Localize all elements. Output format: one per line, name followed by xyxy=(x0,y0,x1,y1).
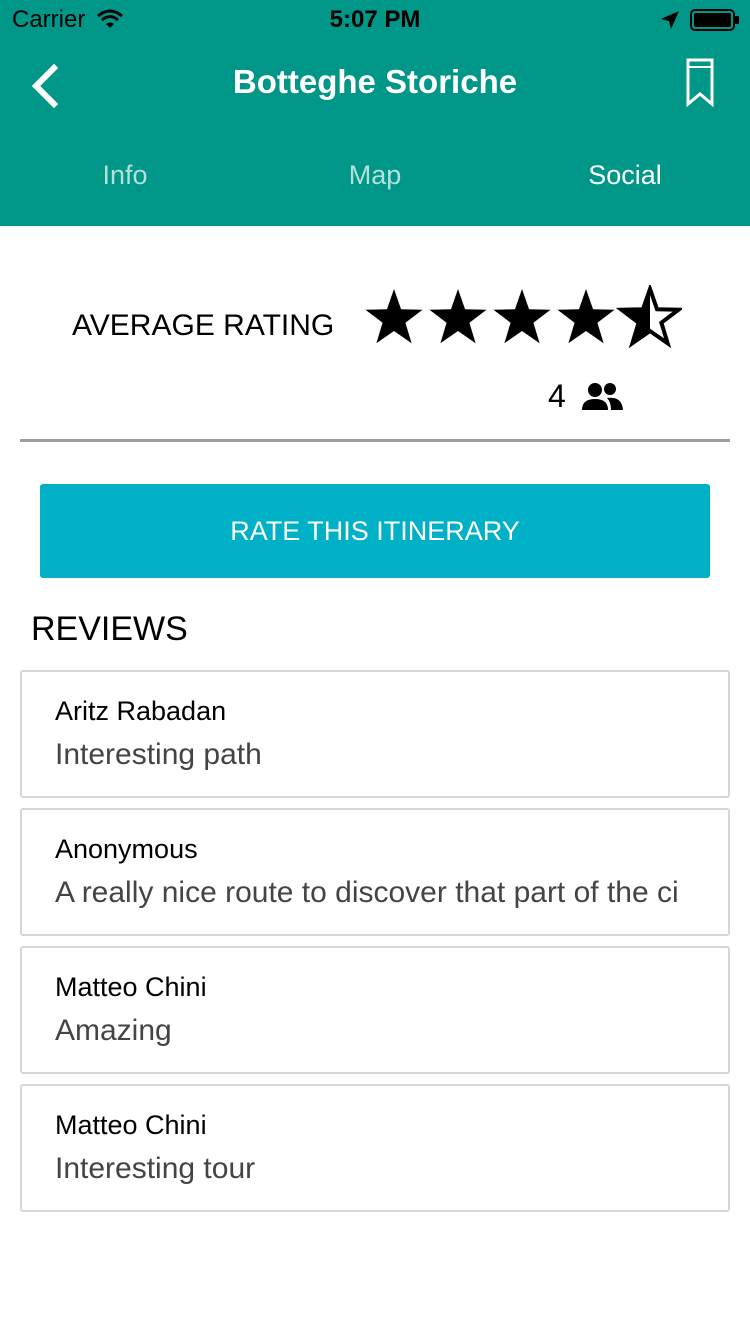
review-text: A really nice route to discover that par… xyxy=(55,876,679,909)
review-author: Matteo Chini xyxy=(55,1110,207,1140)
rating-count: 4 xyxy=(548,378,566,414)
tab-social[interactable]: Social xyxy=(500,160,750,191)
review-card: Anonymous A really nice route to discove… xyxy=(20,808,730,936)
rating-stars xyxy=(365,285,682,349)
review-card: Aritz Rabadan Interesting path xyxy=(20,670,730,798)
location-arrow-icon xyxy=(661,11,679,29)
review-text: Interesting tour xyxy=(55,1152,256,1185)
average-rating-label: AVERAGE RATING xyxy=(72,309,335,342)
reviews-heading: REVIEWS xyxy=(31,610,188,648)
rate-itinerary-button[interactable]: RATE THIS ITINERARY xyxy=(40,484,710,578)
status-bar: Carrier 5:07 PM xyxy=(0,0,750,40)
divider xyxy=(20,439,730,442)
star-full-icon xyxy=(365,289,423,344)
review-text: Interesting path xyxy=(55,738,262,771)
review-author: Anonymous xyxy=(55,834,198,864)
bookmark-button[interactable] xyxy=(680,56,720,112)
tab-info[interactable]: Info xyxy=(0,160,250,191)
review-author: Matteo Chini xyxy=(55,972,207,1002)
bookmark-icon xyxy=(686,58,714,108)
star-full-icon xyxy=(429,289,487,344)
rate-button-label: RATE THIS ITINERARY xyxy=(230,515,520,546)
review-author: Aritz Rabadan xyxy=(55,696,227,726)
status-time: 5:07 PM xyxy=(329,6,421,33)
tab-map[interactable]: Map xyxy=(250,160,500,191)
app-header: Carrier 5:07 PM Botteghe Storiche Info M… xyxy=(0,0,750,226)
review-card: Matteo Chini Interesting tour xyxy=(20,1084,730,1212)
star-full-icon xyxy=(493,289,551,344)
star-half-icon xyxy=(615,285,682,349)
review-text: Amazing xyxy=(55,1014,172,1047)
page-title: Botteghe Storiche xyxy=(232,63,518,100)
battery-icon xyxy=(690,9,739,31)
review-card: Matteo Chini Amazing xyxy=(20,946,730,1074)
star-full-icon xyxy=(557,289,615,344)
people-icon xyxy=(582,383,623,410)
